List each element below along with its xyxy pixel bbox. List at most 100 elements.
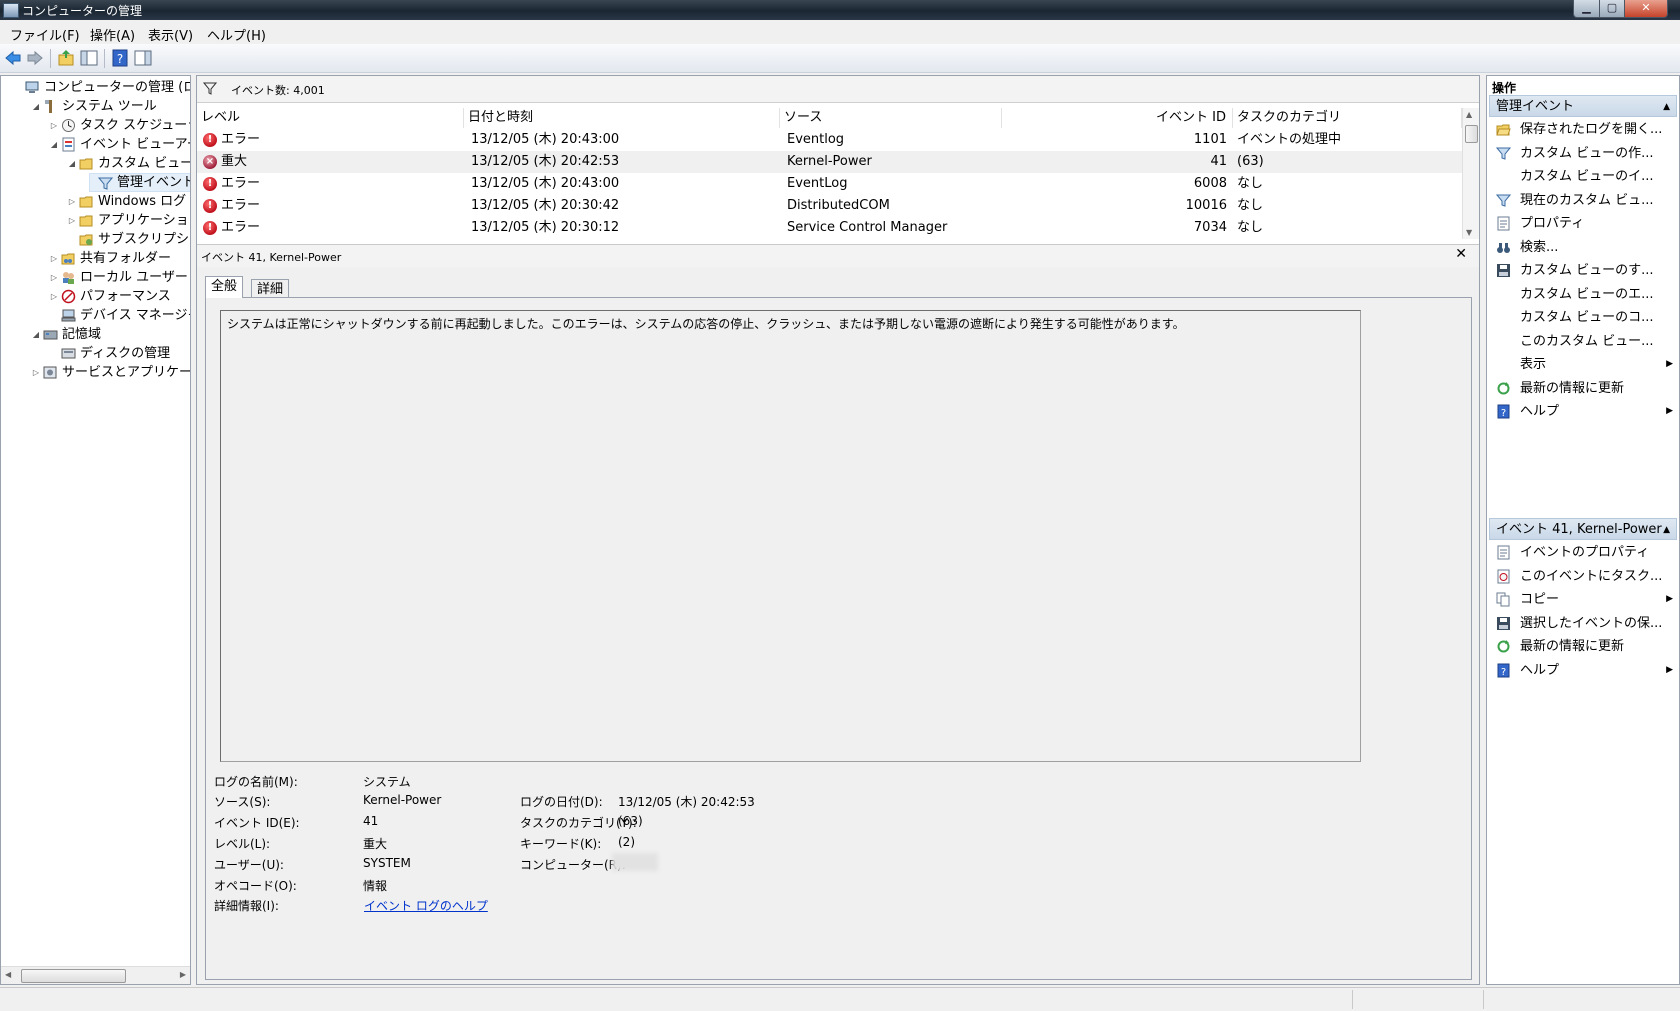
back-icon[interactable]	[4, 49, 22, 67]
action-item[interactable]: コピー ▶	[1487, 588, 1679, 611]
scrollbar-thumb[interactable]	[21, 969, 126, 983]
submenu-arrow-icon: ▶	[1666, 594, 1673, 604]
scrollbar-thumb[interactable]	[1465, 125, 1478, 143]
device-manager-icon	[61, 308, 76, 323]
action-item[interactable]: 選択したイベントの保...	[1487, 612, 1679, 635]
computer-value-redacted	[612, 853, 658, 871]
help-icon[interactable]: ?	[111, 49, 129, 67]
column-task-category[interactable]: タスクのカテゴリ	[1233, 108, 1462, 128]
action-item[interactable]: カスタム ビューのイ...	[1487, 165, 1679, 188]
users-icon	[61, 270, 76, 285]
table-row[interactable]: ! エラー 13/12/05 (木) 20:43:00 Eventlog 1101 イベン…	[197, 129, 1462, 151]
expand-icon[interactable]: ▷	[49, 287, 59, 306]
action-item[interactable]: 現在のカスタム ビュ...	[1487, 189, 1679, 212]
action-item[interactable]: イベントのプロパティ	[1487, 541, 1679, 564]
action-item[interactable]: カスタム ビューの作...	[1487, 142, 1679, 165]
column-event-id[interactable]: イベント ID	[1002, 108, 1233, 128]
action-label: コピー	[1520, 592, 1560, 607]
action-item[interactable]: 検索...	[1487, 236, 1679, 259]
level-label: レベル(L):	[214, 837, 271, 851]
action-item[interactable]: ? ヘルプ ▶	[1487, 659, 1679, 682]
action-label: カスタム ビューのエ...	[1520, 286, 1654, 302]
tree-item-label: 管理イベント	[117, 175, 191, 190]
menu-help[interactable]: ヘルプ(H)	[207, 25, 266, 44]
vertical-scrollbar[interactable]: ▲ ▼	[1462, 108, 1479, 239]
collapse-icon[interactable]: ▲	[1663, 96, 1670, 118]
task-icon	[1496, 569, 1511, 584]
scroll-up-icon[interactable]: ▲	[1466, 110, 1472, 119]
action-item[interactable]: カスタム ビューのす...	[1487, 259, 1679, 282]
scroll-left-icon[interactable]: ◀	[5, 970, 11, 979]
collapse-icon[interactable]: ▲	[1663, 519, 1670, 541]
event-detail-header: イベント 41, Kernel-Power ✕	[197, 244, 1479, 268]
action-item[interactable]: プロパティ	[1487, 212, 1679, 235]
action-item[interactable]: 最新の情報に更新	[1487, 377, 1679, 400]
table-row[interactable]: × 重大 13/12/05 (木) 20:42:53 Kernel-Power 41 (6…	[197, 151, 1462, 173]
actions-section-admin-events[interactable]: 管理イベント ▲	[1489, 95, 1677, 117]
show-tree-icon[interactable]	[80, 49, 98, 67]
tools-icon	[43, 99, 58, 114]
horizontal-scrollbar[interactable]: ◀ ▶	[1, 966, 190, 984]
maximize-button[interactable]: ▢	[1599, 0, 1625, 18]
folder-icon	[79, 194, 94, 209]
collapse-icon[interactable]: ◢	[67, 154, 77, 173]
event-detail-title: イベント 41, Kernel-Power	[201, 251, 342, 264]
expand-icon[interactable]: ▷	[49, 249, 59, 268]
action-label: このカスタム ビュー...	[1520, 333, 1654, 349]
error-icon: !	[203, 221, 217, 235]
help-icon: ?	[1496, 404, 1511, 419]
tab-general[interactable]: 全般	[205, 276, 244, 298]
forward-icon[interactable]	[26, 49, 44, 67]
cell-source: EventLog	[787, 176, 848, 191]
table-row[interactable]: ! エラー 13/12/05 (木) 20:43:00 EventLog 6008 なし	[197, 173, 1462, 195]
table-row[interactable]: ! エラー 13/12/05 (木) 20:30:42 DistributedCOM 1…	[197, 195, 1462, 217]
expand-icon[interactable]: ▷	[31, 363, 41, 382]
table-row[interactable]: ! エラー 13/12/05 (木) 20:30:12 Service Control…	[197, 217, 1462, 239]
collapse-icon[interactable]: ◢	[49, 135, 59, 154]
menu-file[interactable]: ファイル(F)	[10, 25, 80, 44]
event-log-help-link[interactable]: イベント ログのヘルプ	[364, 897, 488, 914]
collapse-icon[interactable]: ◢	[31, 97, 41, 116]
action-label: このイベントにタスク...	[1520, 568, 1663, 584]
column-source[interactable]: ソース	[780, 108, 1002, 128]
scroll-down-icon[interactable]: ▼	[1466, 228, 1472, 237]
close-icon[interactable]: ✕	[1455, 246, 1467, 262]
menu-view[interactable]: 表示(V)	[148, 25, 193, 44]
up-folder-icon[interactable]	[57, 49, 75, 67]
menu-action[interactable]: 操作(A)	[90, 25, 135, 44]
minimize-button[interactable]: ▁	[1573, 0, 1600, 18]
action-item[interactable]: カスタム ビューのコ...	[1487, 306, 1679, 329]
action-pane-icon[interactable]	[134, 49, 152, 67]
close-button[interactable]: ✕	[1624, 0, 1668, 18]
action-item[interactable]: このイベントにタスク...	[1487, 565, 1679, 588]
action-item[interactable]: 保存されたログを開く...	[1487, 118, 1679, 141]
cell-category: なし	[1237, 176, 1264, 191]
tab-details[interactable]: 詳細	[251, 279, 290, 298]
collapse-icon[interactable]: ◢	[31, 325, 41, 344]
tree-item-label: 共有フォルダー	[80, 251, 172, 266]
expand-icon[interactable]: ▷	[67, 192, 77, 211]
filter-icon	[1495, 193, 1512, 208]
svg-text:?: ?	[117, 52, 123, 66]
action-item[interactable]: ? ヘルプ ▶	[1487, 400, 1679, 423]
tree-item-label: システム ツール	[62, 99, 157, 114]
log-name-value: システム	[363, 775, 411, 789]
tree-item[interactable]: 管理イベント	[89, 173, 191, 192]
action-item[interactable]: 表示 ▶	[1487, 353, 1679, 376]
action-item[interactable]: カスタム ビューのエ...	[1487, 283, 1679, 306]
expand-icon[interactable]: ▷	[49, 116, 59, 135]
event-description-box[interactable]: システムは正常にシャットダウンする前に再起動しました。このエラーは、システムの応…	[220, 310, 1361, 762]
action-item[interactable]: 最新の情報に更新	[1487, 635, 1679, 658]
column-level[interactable]: レベル	[197, 108, 464, 128]
cell-datetime: 13/12/05 (木) 20:30:12	[471, 220, 620, 235]
expand-icon[interactable]: ▷	[67, 211, 77, 230]
expand-icon[interactable]: ▷	[49, 268, 59, 287]
toolbar: ?	[0, 44, 1680, 73]
scroll-right-icon[interactable]: ▶	[180, 970, 186, 979]
action-label: カスタム ビューのイ...	[1520, 169, 1654, 184]
column-datetime[interactable]: 日付と時刻	[464, 108, 780, 128]
action-item[interactable]: このカスタム ビュー...	[1487, 330, 1679, 353]
actions-section-event[interactable]: イベント 41, Kernel-Power ▲	[1489, 518, 1677, 540]
event-detail: 全般 詳細 システムは正常にシャットダウンする前に再起動しました。このエラーは、…	[197, 267, 1479, 984]
cell-source: Service Control Manager	[787, 220, 948, 235]
